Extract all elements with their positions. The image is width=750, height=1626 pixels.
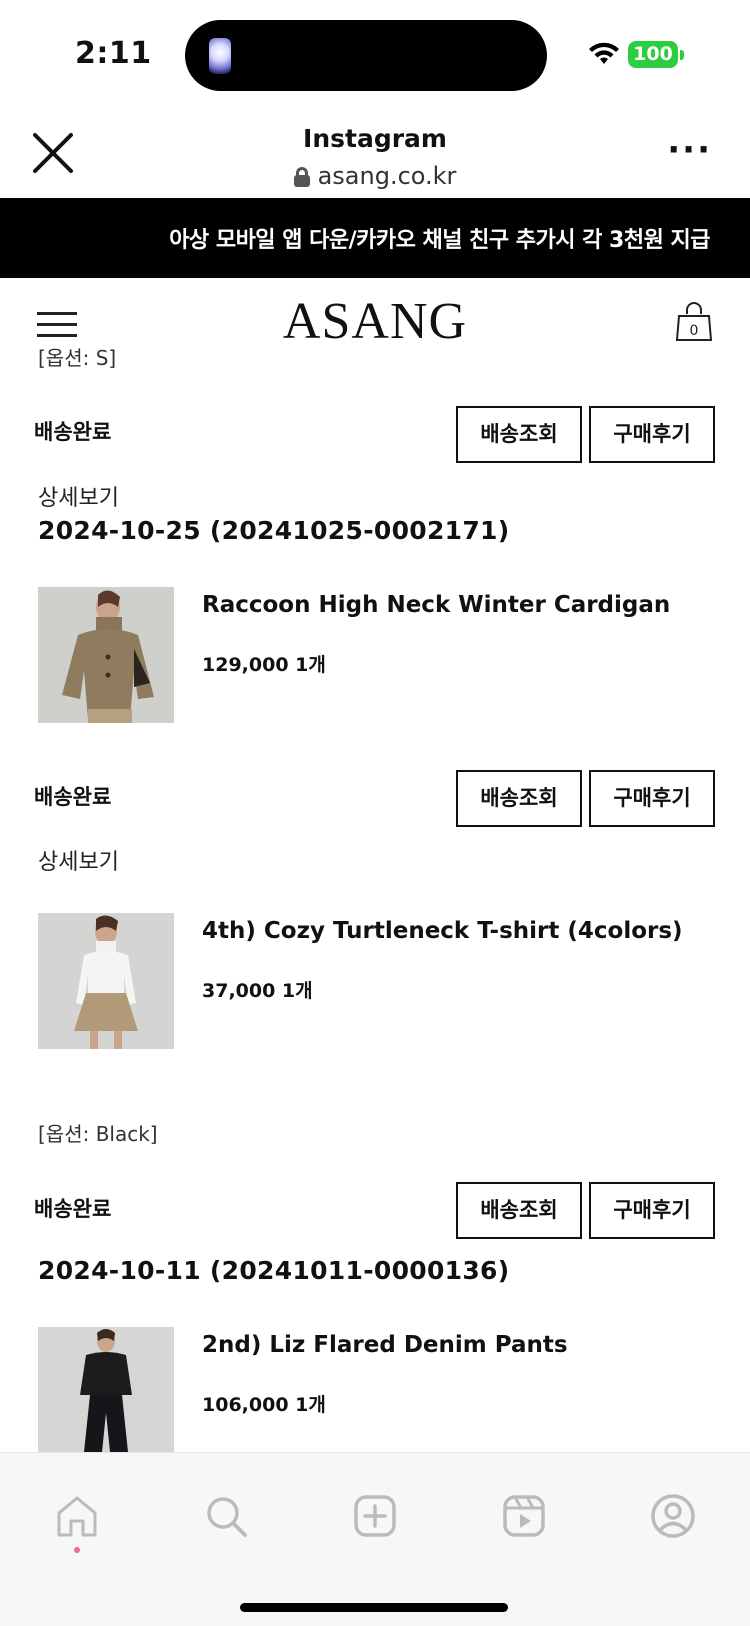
track-delivery-button[interactable]: 배송조회 xyxy=(456,1182,582,1239)
write-review-button[interactable]: 구매후기 xyxy=(589,406,715,463)
in-app-browser-header: Instagram asang.co.kr ··· xyxy=(0,110,750,198)
view-detail-link[interactable]: 상세보기 xyxy=(38,480,119,512)
product-price-qty: 37,000 1개 xyxy=(202,980,313,1002)
product-image-cardigan[interactable] xyxy=(38,587,174,723)
option-text: [옵션: Black] xyxy=(38,1122,158,1146)
promo-banner-text: 아상 모바일 앱 다운/카카오 채널 친구 추가시 각 3천원 지급 xyxy=(169,228,710,253)
status-time: 2:11 xyxy=(75,36,152,71)
browser-url[interactable]: asang.co.kr xyxy=(0,162,750,190)
home-indicator[interactable] xyxy=(240,1603,508,1612)
product-name[interactable]: Raccoon High Neck Winter Cardigan xyxy=(202,592,670,618)
product-image-turtleneck[interactable] xyxy=(38,913,174,1049)
shopping-bag-icon[interactable]: 0 xyxy=(675,302,713,342)
lock-icon xyxy=(293,167,310,187)
order-date-id: 2024-10-11 (20241011-0000136) xyxy=(38,1256,510,1285)
browser-title: Instagram xyxy=(303,124,447,153)
track-delivery-button[interactable]: 배송조회 xyxy=(456,770,582,827)
product-price-qty: 106,000 1개 xyxy=(202,1394,326,1416)
product-price-qty: 129,000 1개 xyxy=(202,654,326,676)
order-status: 배송완료 xyxy=(34,1197,112,1221)
dynamic-island xyxy=(185,20,547,91)
instagram-tab-bar xyxy=(0,1452,750,1626)
write-review-button[interactable]: 구매후기 xyxy=(589,1182,715,1239)
product-name[interactable]: 4th) Cozy Turtleneck T-shirt (4colors) xyxy=(202,918,683,944)
reels-icon[interactable] xyxy=(501,1493,547,1539)
promo-banner[interactable]: 아상 모바일 앱 다운/카카오 채널 친구 추가시 각 3천원 지급 xyxy=(0,198,750,278)
track-delivery-button[interactable]: 배송조회 xyxy=(456,406,582,463)
url-text: asang.co.kr xyxy=(317,162,457,190)
cart-count: 0 xyxy=(690,323,699,339)
status-bar: 2:11 100 xyxy=(0,0,750,110)
product-image-denim-pants[interactable] xyxy=(38,1327,174,1452)
create-icon[interactable] xyxy=(352,1493,398,1539)
home-icon[interactable] xyxy=(54,1493,100,1539)
option-text: [옵션: S] xyxy=(38,346,117,370)
order-date-id: 2024-10-25 (20241025-0002171) xyxy=(38,516,510,545)
more-options-button[interactable]: ··· xyxy=(667,133,712,167)
wifi-icon xyxy=(589,42,619,64)
order-status: 배송완료 xyxy=(34,420,112,444)
write-review-button[interactable]: 구매후기 xyxy=(589,770,715,827)
search-icon[interactable] xyxy=(203,1493,249,1539)
profile-icon[interactable] xyxy=(650,1493,696,1539)
product-name[interactable]: 2nd) Liz Flared Denim Pants xyxy=(202,1332,568,1358)
flashlight-icon xyxy=(209,38,231,74)
notification-dot xyxy=(74,1547,80,1553)
order-status: 배송완료 xyxy=(34,785,112,809)
battery-indicator: 100 xyxy=(628,41,684,68)
view-detail-link[interactable]: 상세보기 xyxy=(38,844,119,876)
